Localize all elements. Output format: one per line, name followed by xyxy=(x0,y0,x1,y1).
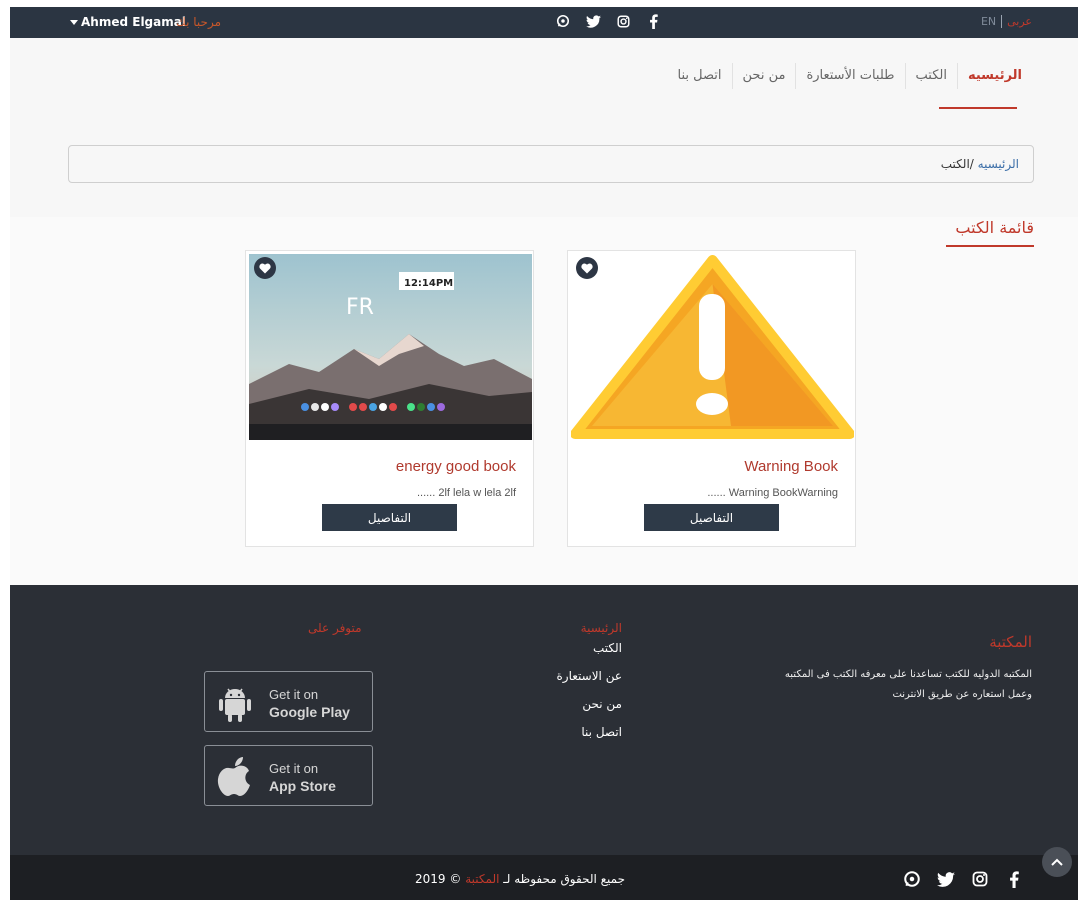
google-play-line1: Get it on xyxy=(269,687,319,702)
content-area xyxy=(10,217,1078,585)
facebook-icon[interactable] xyxy=(1005,870,1023,888)
book-card: Warning Book ...... Warning BookWarning … xyxy=(567,250,856,547)
footer-social-links xyxy=(903,870,1023,888)
breadcrumb-trail: الرئيسيه /الكتب xyxy=(941,157,1019,171)
footer-link-books[interactable]: الكتب xyxy=(490,641,622,655)
footer-link-about-borrowing[interactable]: عن الاستعارة xyxy=(490,669,623,683)
footer-links: الرئيسية الكتب عن الاستعارة من نحن اتصل … xyxy=(490,621,623,753)
google-play-line2: Google Play xyxy=(269,704,350,720)
available-on-heading: متوفر على xyxy=(308,621,362,635)
instagram-icon[interactable] xyxy=(971,870,989,888)
nav-item-contact[interactable]: اتصل بنا xyxy=(668,63,732,89)
nav-item-about[interactable]: من نحن xyxy=(731,63,796,89)
android-icon xyxy=(219,688,251,722)
breadcrumb-separator: / xyxy=(969,157,978,171)
user-menu[interactable]: Ahmed Elgamal xyxy=(70,15,186,29)
section-title-underline xyxy=(946,245,1034,247)
user-name: Ahmed Elgamal xyxy=(81,15,186,29)
book-title[interactable]: Warning Book xyxy=(744,458,838,475)
app-store-line1: Get it on xyxy=(269,761,319,776)
book-description: ...... Warning BookWarning xyxy=(707,487,838,499)
book-details-button[interactable]: التفاصيل xyxy=(644,504,779,531)
footer-links-heading[interactable]: الرئيسية xyxy=(490,621,622,635)
page-frame: Ahmed Elgamal مرحبا بك EN عربى الرئيسيه … xyxy=(10,7,1078,900)
favorite-heart-icon[interactable] xyxy=(254,257,276,279)
footer-library-description: المكتبه الدوليه للكتب تساعدنا على معرفه … xyxy=(784,669,1032,700)
app-store-badge[interactable]: Get it on App Store xyxy=(204,745,373,806)
chevron-up-icon xyxy=(1051,858,1063,866)
book-title[interactable]: energy good book xyxy=(396,458,516,475)
whatsapp-icon[interactable] xyxy=(555,13,571,29)
copyright-brand[interactable]: المكتبة xyxy=(465,872,499,886)
nav-active-indicator xyxy=(939,107,1017,109)
main-nav: الرئيسيه الكتب طلبات الأستعارة من نحن ات… xyxy=(668,63,1032,89)
twitter-icon[interactable] xyxy=(937,870,955,888)
top-social-links xyxy=(555,13,661,29)
copyright-suffix: © 2019 xyxy=(415,872,462,886)
copyright-text: جميع الحقوق محفوظه لـ المكتبة © 2019 xyxy=(415,872,625,886)
svg-text:12:14PM: 12:14PM xyxy=(404,278,453,289)
mountain-desktop-image: FR 12:14PM xyxy=(249,254,532,440)
twitter-icon[interactable] xyxy=(585,13,601,29)
footer-link-contact[interactable]: اتصل بنا xyxy=(490,725,622,739)
lang-en-link[interactable]: EN xyxy=(981,15,1003,28)
apple-icon xyxy=(217,757,250,796)
book-description: ...... 2lf lela w lela 2lf xyxy=(416,487,516,499)
breadcrumb: الرئيسيه /الكتب xyxy=(68,145,1034,183)
scroll-to-top-button[interactable] xyxy=(1042,847,1072,877)
section-title: قائمة الكتب xyxy=(955,218,1034,237)
nav-item-books[interactable]: الكتب xyxy=(904,63,957,89)
nav-item-borrow-requests[interactable]: طلبات الأستعارة xyxy=(795,63,904,89)
lang-ar-link[interactable]: عربى xyxy=(1002,15,1032,28)
facebook-icon[interactable] xyxy=(645,13,661,29)
footer-link-about[interactable]: من نحن xyxy=(490,697,622,711)
instagram-icon[interactable] xyxy=(615,13,631,29)
book-details-button[interactable]: التفاصيل xyxy=(322,504,457,531)
favorite-heart-icon[interactable] xyxy=(576,257,598,279)
welcome-text: مرحبا بك xyxy=(176,15,222,29)
language-switcher: EN عربى xyxy=(981,15,1032,28)
whatsapp-icon[interactable] xyxy=(903,870,921,888)
footer: المكتبة المكتبه الدوليه للكتب تساعدنا عل… xyxy=(10,585,1078,855)
copyright-prefix: جميع الحقوق محفوظه لـ xyxy=(503,872,625,886)
footer-library-title: المكتبة xyxy=(989,633,1032,651)
google-play-badge[interactable]: Get it on Google Play xyxy=(204,671,373,732)
warning-image xyxy=(571,254,854,440)
copyright-bar: جميع الحقوق محفوظه لـ المكتبة © 2019 xyxy=(10,855,1078,900)
breadcrumb-home-link[interactable]: الرئيسيه xyxy=(978,157,1019,171)
top-bar: Ahmed Elgamal مرحبا بك EN عربى xyxy=(10,7,1078,38)
nav-item-home[interactable]: الرئيسيه xyxy=(956,63,1032,89)
breadcrumb-current: الكتب xyxy=(940,157,970,171)
book-card: FR 12:14PM energy good book ...... 2lf l… xyxy=(245,250,534,547)
caret-down-icon xyxy=(70,20,78,25)
svg-text:FR: FR xyxy=(346,295,374,320)
app-store-line2: App Store xyxy=(269,778,336,794)
